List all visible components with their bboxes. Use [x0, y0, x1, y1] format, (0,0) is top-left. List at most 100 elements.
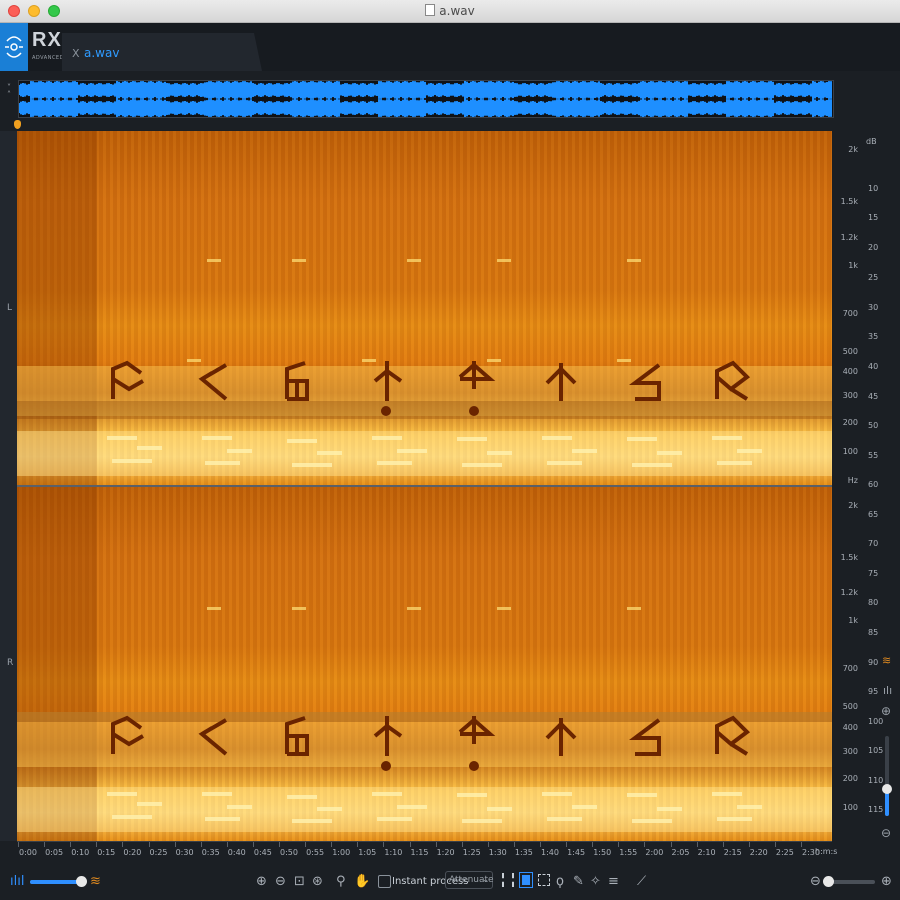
freq-tick: 700 [842, 309, 858, 318]
freq-unit: Hz [847, 476, 858, 485]
db-scale[interactable]: dB 10 15 20 25 30 35 40 45 50 55 60 65 7… [862, 131, 900, 841]
time-tick-label: 2:15 [723, 848, 742, 857]
spectral-glyph [105, 714, 151, 760]
time-tick-label: 1:50 [593, 848, 612, 857]
rect-select-icon[interactable] [538, 874, 550, 886]
freq-select-icon[interactable] [519, 872, 533, 888]
harmonic-icon[interactable]: ≡ [608, 875, 619, 889]
db-tick: 100 [868, 717, 884, 726]
time-tick-label: 1:10 [384, 848, 403, 857]
vertical-zoom-in-icon[interactable]: ⊕ [881, 704, 891, 718]
freq-tick: 2k [848, 501, 858, 510]
time-tick-mark [748, 842, 750, 847]
chevron-down-icon: ⌄ [482, 875, 489, 884]
right-channel-spectrogram[interactable] [17, 487, 832, 841]
freq-tick: 400 [842, 367, 858, 376]
time-ruler[interactable]: 0:00 0:05 0:10 0:15 0:20 0:25 0:30 0:35 0:40 0:45… [17, 841, 832, 866]
time-tick-mark [722, 842, 724, 847]
spectral-glyph [192, 359, 238, 405]
vertical-zoom-knob[interactable] [882, 784, 892, 794]
spectral-dot [381, 761, 391, 771]
horizontal-zoom-knob[interactable] [823, 876, 834, 887]
time-tick-label: 1:15 [410, 848, 429, 857]
app-name: RX [32, 29, 62, 51]
db-tick: 15 [868, 213, 879, 222]
time-tick-mark [148, 842, 150, 847]
time-tick-mark [226, 842, 228, 847]
playhead-marker-icon[interactable] [14, 120, 21, 129]
time-tick-mark [18, 842, 19, 847]
db-tick: 70 [868, 539, 879, 548]
time-tick-mark [409, 842, 411, 847]
waveform-overview[interactable]: ˅ ˄ [0, 71, 900, 123]
pen-icon[interactable]: ⟋ [637, 875, 646, 889]
waveform-mode-icon[interactable]: ılı [883, 684, 892, 697]
app-edition: ADVANCED [32, 55, 64, 61]
spectral-glyph [454, 714, 500, 760]
spectrogram-view[interactable] [17, 131, 832, 841]
tab-close-button[interactable]: X [72, 47, 80, 60]
db-tick: 65 [868, 510, 879, 519]
db-tick: 45 [868, 392, 879, 401]
spectral-glyph [454, 359, 500, 405]
tab-label[interactable]: a.wav [84, 46, 119, 60]
zoom-selection-icon[interactable]: ⊡ [294, 875, 305, 889]
time-tick-label: 1:25 [462, 848, 481, 857]
db-tick: 105 [868, 746, 884, 755]
time-select-icon[interactable] [502, 873, 514, 887]
horizontal-zoom-in-icon[interactable]: ⊕ [881, 875, 892, 889]
spectral-glyph [105, 359, 151, 405]
hand-icon[interactable]: ✋ [354, 875, 370, 889]
time-tick-label: 1:45 [567, 848, 586, 857]
spectral-dot [469, 406, 479, 416]
left-channel-spectrogram[interactable] [17, 131, 832, 485]
db-tick: 80 [868, 598, 879, 607]
zoom-fit-icon[interactable]: ⊛ [312, 875, 323, 889]
spectral-glyph [367, 714, 413, 760]
zoom-in-icon[interactable]: ⊕ [256, 875, 267, 889]
time-tick-mark [44, 842, 46, 847]
vertical-zoom-out-icon[interactable]: ⊖ [881, 826, 891, 840]
zoom-out-icon[interactable]: ⊖ [275, 875, 286, 889]
time-tick-mark [305, 842, 307, 847]
frequency-scale[interactable]: 2k 1.5k 1.2k 1k 700 500 400 300 200 100 … [832, 131, 862, 841]
db-tick: 75 [868, 569, 879, 578]
magnify-icon[interactable]: ⚲ [336, 875, 346, 889]
app-header: RX ADVANCED X a.wav [0, 23, 900, 71]
time-tick-label: 1:00 [332, 848, 351, 857]
magic-wand-icon[interactable]: ✧ [590, 875, 601, 889]
window-title: a.wav [0, 4, 900, 18]
time-unit-label: h:m:s [815, 847, 838, 856]
lasso-icon[interactable]: ϙ [556, 875, 564, 889]
freq-tick: 1k [848, 616, 858, 625]
spectral-glyph [192, 714, 238, 760]
freq-tick: 500 [842, 347, 858, 356]
db-unit: dB [866, 137, 877, 146]
instant-process-mode-select[interactable]: Attenuate ⌄ [445, 871, 494, 889]
db-tick: 110 [868, 776, 884, 785]
spectral-glyph [367, 359, 413, 405]
brush-icon[interactable]: ✎ [573, 875, 584, 889]
spectral-glyph [709, 714, 755, 760]
freq-tick: 2k [848, 145, 858, 154]
right-channel-label: R [7, 658, 14, 668]
instant-process-checkbox[interactable] [378, 875, 391, 888]
overview-waveform[interactable] [18, 80, 834, 118]
time-tick-mark [540, 842, 541, 847]
horizontal-zoom-out-icon[interactable]: ⊖ [810, 875, 821, 889]
spectrogram-mode-icon[interactable]: ≋ [882, 654, 891, 667]
spectral-glyph [539, 359, 585, 405]
time-tick-mark [70, 842, 72, 847]
waveform-icon[interactable]: ılıl [10, 875, 24, 889]
time-tick-mark [357, 842, 359, 847]
spectral-glyph [709, 359, 755, 405]
overview-collapse-icon[interactable]: ˅ ˄ [4, 84, 14, 99]
opacity-slider-fill [30, 880, 80, 884]
spectral-glyph [275, 714, 321, 760]
db-tick: 85 [868, 628, 879, 637]
opacity-slider-knob[interactable] [76, 876, 87, 887]
time-tick-label: 0:00 [19, 848, 37, 857]
time-tick-label: 2:25 [775, 848, 794, 857]
spectrogram-icon[interactable]: ≋ [90, 875, 101, 889]
vertical-zoom-slider[interactable] [882, 736, 892, 816]
